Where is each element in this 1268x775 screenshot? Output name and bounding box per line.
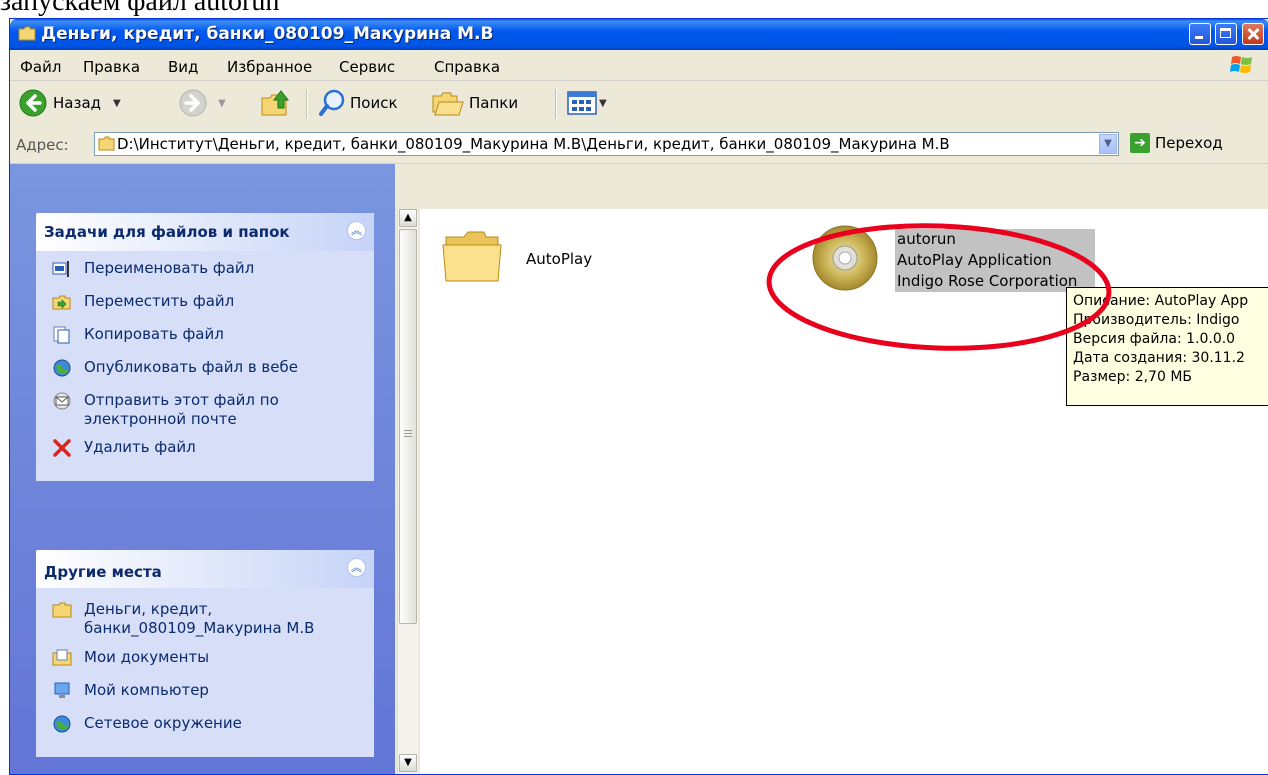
windows-logo-icon bbox=[1230, 56, 1252, 73]
rename-icon bbox=[52, 261, 69, 277]
search-label: Поиск bbox=[350, 94, 398, 112]
globe-icon bbox=[53, 359, 71, 377]
address-label: Адрес: bbox=[16, 136, 69, 154]
copy-icon bbox=[53, 326, 70, 344]
back-button[interactable]: Назад ▼ bbox=[18, 87, 121, 119]
cd-disc-icon bbox=[812, 225, 878, 291]
other-places-title: Другие места bbox=[44, 563, 162, 581]
search-button[interactable]: Поиск bbox=[318, 87, 398, 119]
task-copy-file[interactable]: Копировать файл bbox=[36, 325, 374, 349]
back-label: Назад bbox=[53, 94, 102, 112]
folder-icon bbox=[98, 136, 115, 151]
folder-autoplay[interactable]: AutoPlay bbox=[440, 223, 592, 291]
file-tasks-title: Задачи для файлов и папок bbox=[44, 223, 290, 241]
scroll-up-icon[interactable]: ▲ bbox=[399, 209, 417, 227]
scroll-thumb[interactable] bbox=[399, 229, 417, 624]
folder-name: AutoPlay bbox=[526, 250, 593, 268]
address-bar: Адрес: D:\Институт\Деньги, кредит, банки… bbox=[10, 126, 1268, 164]
toolbar-separator bbox=[555, 89, 557, 119]
other-places-header[interactable]: Другие места ︽ bbox=[36, 550, 374, 588]
close-button[interactable] bbox=[1242, 23, 1264, 45]
folder-icon bbox=[52, 602, 72, 618]
up-folder-button[interactable] bbox=[260, 87, 292, 119]
address-dropdown-icon[interactable]: ▼ bbox=[1099, 134, 1117, 154]
collapse-chevron-icon[interactable]: ︽ bbox=[347, 558, 366, 577]
menu-edit[interactable]: Правка bbox=[83, 58, 140, 76]
my-computer-icon bbox=[54, 682, 70, 698]
folders-button[interactable]: Папки bbox=[431, 87, 518, 119]
task-pane-scrollbar[interactable]: ▲ ▼ bbox=[397, 209, 418, 774]
window-title: Деньги, кредит, банки_080109_Макурина М.… bbox=[41, 24, 494, 44]
task-pane: Задачи для файлов и папок ︽ Переименоват… bbox=[10, 164, 395, 774]
task-publish-web[interactable]: Опубликовать файл в вебе bbox=[36, 358, 374, 382]
file-info-tooltip: Описание: AutoPlay App Производитель: In… bbox=[1066, 287, 1268, 406]
file-tasks-panel: Задачи для файлов и папок ︽ Переименоват… bbox=[36, 213, 374, 481]
back-arrow-icon bbox=[19, 89, 47, 117]
toolbar-separator bbox=[306, 89, 308, 119]
autorun-label-selected[interactable]: autorun AutoPlay Application Indigo Rose… bbox=[895, 229, 1095, 292]
move-icon bbox=[52, 295, 71, 310]
task-email-file[interactable]: Отправить этот файл по электронной почте bbox=[36, 391, 374, 429]
back-dropdown-icon[interactable]: ▼ bbox=[113, 98, 121, 109]
collapse-chevron-icon[interactable]: ︽ bbox=[347, 221, 366, 240]
menu-tools[interactable]: Сервис bbox=[339, 58, 395, 76]
folders-label: Папки bbox=[469, 94, 519, 112]
views-button[interactable]: ▼ bbox=[567, 87, 607, 119]
views-dropdown-icon[interactable]: ▼ bbox=[599, 98, 607, 109]
document-caption: запускаем файл autorun bbox=[0, 0, 280, 17]
explorer-window: Деньги, кредит, банки_080109_Макурина М.… bbox=[9, 18, 1268, 775]
file-tasks-header[interactable]: Задачи для файлов и папок ︽ bbox=[36, 213, 374, 251]
other-places-panel: Другие места ︽ Деньги, кредит, банки_080… bbox=[36, 550, 374, 757]
task-rename-file[interactable]: Переименовать файл bbox=[36, 259, 374, 283]
minimize-button[interactable] bbox=[1189, 23, 1211, 45]
scroll-down-icon[interactable]: ▼ bbox=[399, 754, 417, 772]
address-path: D:\Институт\Деньги, кредит, банки_080109… bbox=[117, 135, 950, 153]
go-arrow-icon: ➔ bbox=[1130, 133, 1150, 153]
menu-file[interactable]: Файл bbox=[20, 58, 61, 76]
maximize-button[interactable] bbox=[1215, 23, 1237, 45]
forward-button[interactable]: ▼ bbox=[178, 87, 226, 119]
delete-x-icon bbox=[53, 439, 71, 457]
my-documents-icon bbox=[52, 649, 72, 666]
up-folder-icon bbox=[261, 90, 290, 116]
email-icon bbox=[53, 392, 71, 410]
address-input[interactable]: D:\Институт\Деньги, кредит, банки_080109… bbox=[94, 132, 1119, 156]
network-icon bbox=[53, 715, 71, 733]
go-button[interactable]: ➔ Переход bbox=[1130, 133, 1223, 153]
title-bar[interactable]: Деньги, кредит, банки_080109_Макурина М.… bbox=[10, 19, 1268, 50]
folder-icon bbox=[442, 231, 502, 282]
task-delete-file[interactable]: Удалить файл bbox=[36, 438, 374, 462]
views-icon bbox=[567, 91, 597, 115]
menu-help[interactable]: Справка bbox=[434, 58, 500, 76]
folder-icon bbox=[18, 26, 36, 41]
folders-icon bbox=[432, 92, 464, 116]
place-parent-folder[interactable]: Деньги, кредит, банки_080109_Макурина М.… bbox=[36, 600, 374, 638]
forward-dropdown-icon[interactable]: ▼ bbox=[218, 98, 226, 109]
autorun-description: AutoPlay Application bbox=[897, 251, 1052, 269]
file-autorun[interactable] bbox=[810, 223, 880, 297]
autorun-name: autorun bbox=[897, 230, 956, 248]
search-icon bbox=[319, 89, 345, 116]
menu-view[interactable]: Вид bbox=[168, 58, 198, 76]
autorun-company: Indigo Rose Corporation bbox=[897, 272, 1078, 290]
menu-bar: Файл Правка Вид Избранное Сервис Справка bbox=[10, 50, 1268, 81]
task-move-file[interactable]: Переместить файл bbox=[36, 292, 374, 316]
file-list-area: AutoPlay autorun AutoPlay Application In… bbox=[420, 209, 1268, 774]
place-my-computer[interactable]: Мой компьютер bbox=[36, 681, 374, 705]
toolbar: Назад ▼ ▼ Поиск Папки ▼ bbox=[10, 81, 1268, 127]
place-network[interactable]: Сетевое окружение bbox=[36, 714, 374, 738]
menu-favorites[interactable]: Избранное bbox=[227, 58, 312, 76]
place-my-documents[interactable]: Мои документы bbox=[36, 648, 374, 672]
go-label: Переход bbox=[1155, 134, 1223, 152]
forward-arrow-icon bbox=[179, 89, 207, 117]
